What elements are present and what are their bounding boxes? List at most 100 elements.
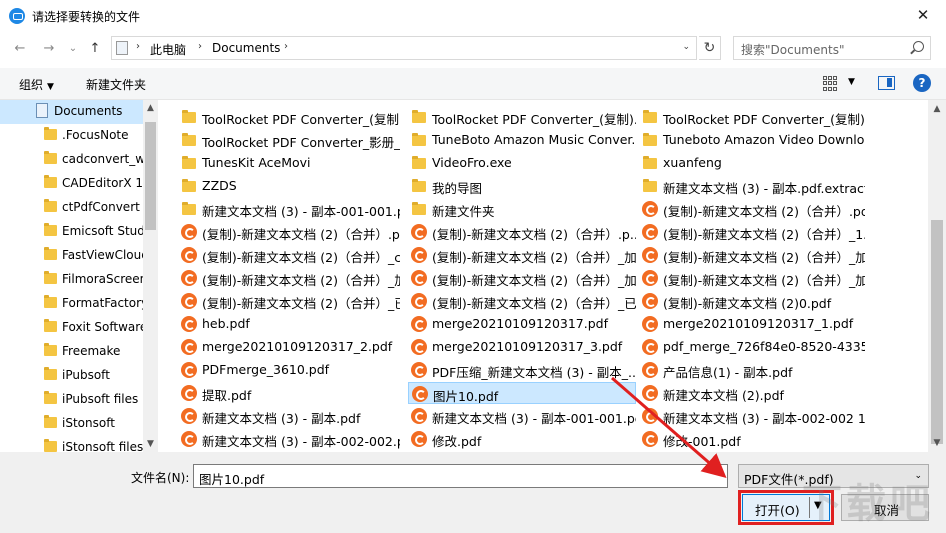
folder-icon [44,439,57,452]
address-dropdown-icon[interactable]: ⌄ [682,42,690,52]
file-item[interactable]: (复制)-新建文本文档 (2)（合并）_1... [639,221,865,243]
file-item[interactable]: 新建文本文档 (3) - 副本-002-002.p... [178,428,400,450]
file-item[interactable]: merge20210109120317_3.pdf [408,336,636,358]
file-item[interactable]: ToolRocket PDF Converter_(复制)... [408,106,636,128]
file-item[interactable]: 新建文本文档 (3) - 副本-001-001.pdf [408,405,636,427]
sidebar-item[interactable]: ctPdfConvert [0,196,143,220]
sidebar-item[interactable]: iPubsoft files [0,388,143,412]
file-item[interactable]: TunesKit AceMovi [178,152,400,174]
file-item[interactable]: 产品信息(1) - 副本.pdf [639,359,865,381]
file-item[interactable]: (复制)-新建文本文档 (2)（合并）_c... [178,244,400,266]
folder-icon [412,179,426,192]
file-item[interactable]: 我的导图 [408,175,636,197]
breadcrumb-this-pc[interactable]: 此电脑 [150,41,186,58]
file-item-label: (复制)-新建文本文档 (2)（合并）_加... [202,273,400,288]
forward-arrow-icon[interactable]: → [40,39,58,57]
file-item[interactable]: (复制)-新建文本文档 (2)（合并）_加... [408,267,636,289]
sidebar-item[interactable]: CADEditorX 1 [0,172,143,196]
file-item[interactable]: 新建文本文档 (3) - 副本.pdf.extract... [639,175,865,197]
file-item[interactable]: (复制)-新建文本文档 (2)（合并）_加... [408,244,636,266]
file-item[interactable]: ToolRocket PDF Converter_(复制)... [639,106,865,128]
sidebar-item[interactable]: Documents [0,100,143,124]
breadcrumb-documents[interactable]: Documents [212,41,280,55]
close-button[interactable]: ✕ [900,0,946,30]
file-item[interactable]: ZZDS [178,175,400,197]
file-list-scrollbar[interactable]: ▲ ▼ [928,100,946,452]
new-folder-button[interactable]: 新建文件夹 [86,76,146,93]
folder-icon [44,223,57,236]
sidebar-item[interactable]: Emicsoft Stud [0,220,143,244]
search-icon[interactable] [913,41,924,52]
view-caret-down-icon[interactable]: ▼ [848,77,855,87]
file-item[interactable]: 新建文本文档 (2).pdf [639,382,865,404]
file-item[interactable]: 图片10.pdf [408,382,636,404]
file-item[interactable]: merge20210109120317_1.pdf [639,313,865,335]
scroll-up-icon[interactable]: ▲ [143,103,158,113]
sidebar-item[interactable]: FilmoraScreen [0,268,143,292]
file-item[interactable]: VideoFro.exe [408,152,636,174]
file-item[interactable]: 新建文本文档 (3) - 副本.pdf [178,405,400,427]
search-input[interactable]: 搜索"Documents" [733,36,931,60]
file-item[interactable]: 新建文件夹 [408,198,636,220]
sidebar-item[interactable]: cadconvert_w [0,148,143,172]
file-item[interactable]: ToolRocket PDF Converter_(复制) [178,106,400,128]
sidebar-item[interactable]: iPubsoft [0,364,143,388]
file-item[interactable]: (复制)-新建文本文档 (2)（合并）_加... [639,244,865,266]
back-arrow-icon[interactable]: ← [11,39,29,57]
help-icon[interactable]: ? [913,74,931,92]
file-item[interactable]: (复制)-新建文本文档 (2)（合并）_已... [408,290,636,312]
sidebar-item[interactable]: iStonsoft files [0,436,143,452]
sidebar-item[interactable]: FastViewCloud [0,244,143,268]
recent-locations-chevron-icon[interactable]: ⌄ [64,39,82,57]
file-item-label: 我的导图 [432,181,483,196]
file-item[interactable]: PDF压缩_新建文本文档 (3) - 副本_... [408,359,636,381]
file-item[interactable]: xuanfeng [639,152,865,174]
file-item-label: ToolRocket PDF Converter_(复制)... [663,112,865,127]
refresh-icon[interactable]: ↻ [699,36,721,60]
file-item[interactable]: Tuneboto Amazon Video Downlo... [639,129,865,151]
scroll-up-icon[interactable]: ▲ [928,104,946,114]
sidebar-scroll-thumb[interactable] [145,122,156,230]
file-item[interactable]: merge20210109120317_2.pdf [178,336,400,358]
breadcrumb-chevron-icon[interactable]: › [284,41,288,52]
sidebar-item[interactable]: .FocusNote [0,124,143,148]
file-item[interactable]: TuneBoto Amazon Music Conver... [408,129,636,151]
sidebar-item[interactable]: FormatFactory [0,292,143,316]
file-item[interactable]: PDFmerge_3610.pdf [178,359,400,381]
address-bar[interactable]: › 此电脑 › Documents › ⌄ [111,36,697,60]
file-item[interactable]: 修改-001.pdf [639,428,865,450]
file-item-label: 图片10.pdf [433,389,499,404]
file-item[interactable]: pdf_merge_726f84e0-8520-4335-... [639,336,865,358]
file-item[interactable]: (复制)-新建文本文档 (2)（合并）_已... [178,290,400,312]
file-item[interactable]: 新建文本文档 (3) - 副本-001-001.p... [178,198,400,220]
file-item[interactable]: merge20210109120317.pdf [408,313,636,335]
organize-button[interactable]: 组织 ▼ [19,76,54,93]
file-item[interactable]: (复制)-新建文本文档 (2)（合并）.p... [178,221,400,243]
file-item[interactable]: 提取.pdf [178,382,400,404]
sidebar-scrollbar[interactable]: ▲ ▼ [143,100,158,452]
file-item[interactable]: (复制)-新建文本文档 (2)（合并）_加... [639,267,865,289]
window-title: 请选择要转换的文件 [32,10,141,24]
file-item[interactable]: 新建文本文档 (3) - 副本-002-002 1... [639,405,865,427]
file-item[interactable]: (复制)-新建文本文档 (2)0.pdf [639,290,865,312]
scroll-down-icon[interactable]: ▼ [928,438,946,448]
file-item[interactable]: (复制)-新建文本文档 (2)（合并）_加... [178,267,400,289]
file-item-label: TuneBoto Amazon Music Conver... [432,132,636,147]
file-item[interactable]: (复制)-新建文本文档 (2)（合并）.p... [408,221,636,243]
file-item[interactable]: (复制)-新建文本文档 (2)（合并）.pdf [639,198,865,220]
file-item-label: 提取.pdf [202,388,252,403]
filename-input[interactable]: 图片10.pdf [193,464,728,488]
folder-icon [44,175,57,188]
sidebar-item[interactable]: Freemake [0,340,143,364]
scroll-down-icon[interactable]: ▼ [143,439,158,449]
view-options-icon[interactable] [823,76,839,91]
up-arrow-icon[interactable]: ↑ [86,39,104,57]
sidebar-item-label: iStonsoft files [62,440,143,452]
file-item[interactable]: ToolRocket PDF Converter_影册_s [178,129,400,151]
sidebar-item[interactable]: iStonsoft [0,412,143,436]
sidebar-item[interactable]: Foxit Software [0,316,143,340]
preview-pane-icon[interactable] [878,76,895,90]
file-item[interactable]: heb.pdf [178,313,400,335]
file-list-scroll-thumb[interactable] [931,220,943,444]
file-item[interactable]: 修改.pdf [408,428,636,450]
